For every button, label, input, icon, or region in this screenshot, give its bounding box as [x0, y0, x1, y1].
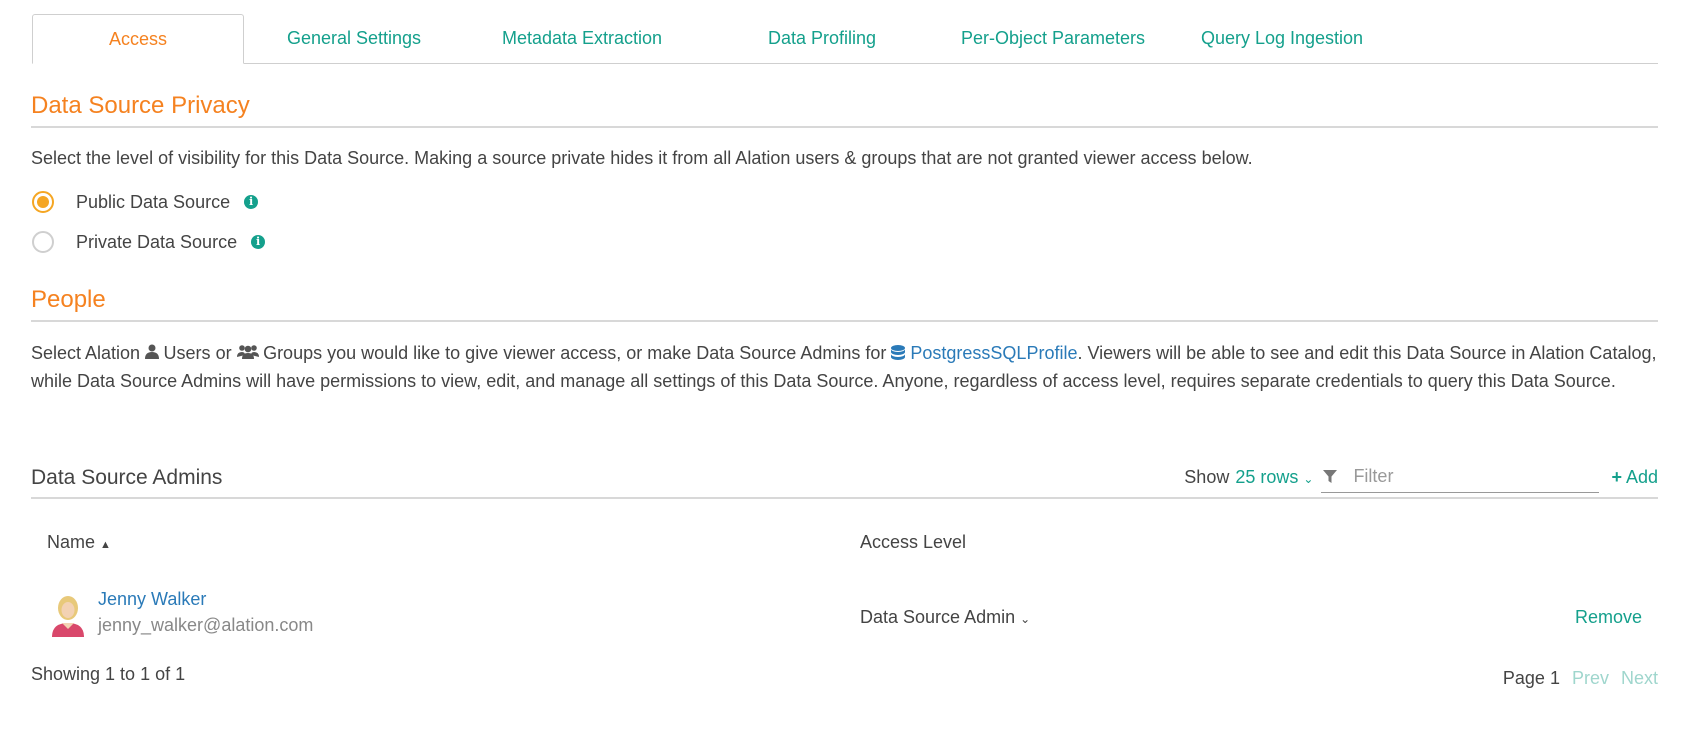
- people-description: Select Alation Users or Groups you would…: [31, 340, 1661, 394]
- info-icon[interactable]: i: [251, 235, 266, 249]
- access-level-value: Data Source Admin: [860, 607, 1016, 627]
- profile-link-label: PostgressSQLProfile: [910, 343, 1078, 363]
- privacy-description: Select the level of visibility for this …: [31, 148, 1253, 168]
- settings-tabs: Access General Settings Metadata Extract…: [32, 14, 1658, 64]
- sort-asc-icon: ▲: [100, 539, 111, 551]
- people-text-or: or: [215, 343, 232, 363]
- admins-section-title: Data Source Admins: [31, 466, 223, 489]
- prev-button[interactable]: Prev: [1572, 668, 1609, 689]
- tab-per-object-parameters[interactable]: Per-Object Parameters: [932, 14, 1174, 63]
- avatar: [50, 593, 86, 637]
- remove-button[interactable]: Remove: [1575, 607, 1642, 628]
- users-label: Users: [163, 343, 211, 363]
- tab-query-log-ingestion[interactable]: Query Log Ingestion: [1172, 14, 1392, 63]
- column-header-access: Access Level: [860, 532, 967, 552]
- showing-count: Showing 1 to 1 of 1: [31, 664, 186, 684]
- private-radio[interactable]: [32, 231, 54, 253]
- privacy-divider: [31, 126, 1658, 128]
- admins-toolbar: Show 25 rows ⌄ + Add: [1184, 460, 1658, 494]
- public-label: Public Data Source: [76, 191, 231, 212]
- groups-label: Groups: [263, 343, 323, 363]
- private-option: Private Data Source i: [32, 228, 266, 256]
- privacy-section-title: Data Source Privacy: [31, 92, 250, 119]
- people-section-title: People: [31, 286, 106, 313]
- user-email: jenny_walker@alation.com: [98, 615, 314, 635]
- show-label: Show: [1184, 466, 1230, 487]
- user-name-link[interactable]: Jenny Walker: [98, 589, 206, 610]
- tab-metadata-extraction[interactable]: Metadata Extraction: [472, 14, 692, 63]
- plus-icon: +: [1611, 466, 1622, 487]
- pagination: Page 1 Prev Next: [1503, 668, 1658, 689]
- next-button[interactable]: Next: [1621, 668, 1658, 689]
- profile-link[interactable]: PostgressSQLProfile: [891, 343, 1077, 363]
- public-option: Public Data Source i: [32, 188, 259, 216]
- private-label: Private Data Source: [76, 231, 238, 252]
- filter-field: [1321, 462, 1600, 493]
- column-header-name[interactable]: Name ▲: [47, 532, 111, 553]
- page-indicator: Page 1: [1502, 668, 1560, 688]
- people-text-2: you would like to give viewer access, or…: [327, 343, 887, 363]
- filter-icon: [1323, 469, 1338, 483]
- tab-data-profiling[interactable]: Data Profiling: [722, 14, 922, 63]
- rows-select-value: 25 rows: [1235, 466, 1299, 487]
- database-icon: [891, 345, 906, 360]
- group-icon: [236, 345, 263, 363]
- tab-access[interactable]: Access: [32, 14, 244, 64]
- chevron-down-icon: ⌄: [1303, 471, 1314, 486]
- access-level-select[interactable]: Data Source Admin ⌄: [860, 607, 1030, 628]
- people-divider: [31, 320, 1658, 322]
- chevron-down-icon: ⌄: [1020, 612, 1031, 626]
- info-icon[interactable]: i: [244, 195, 259, 209]
- user-icon: [145, 344, 163, 363]
- people-text-1: Select Alation: [31, 343, 141, 363]
- tab-general-settings[interactable]: General Settings: [254, 14, 454, 63]
- name-header-label: Name: [47, 532, 96, 552]
- public-radio[interactable]: [32, 191, 54, 213]
- add-label: Add: [1625, 466, 1658, 487]
- rows-per-page-select[interactable]: 25 rows ⌄: [1235, 467, 1313, 488]
- admins-divider: [31, 497, 1658, 499]
- add-button[interactable]: + Add: [1611, 467, 1658, 488]
- filter-input[interactable]: [1351, 465, 1596, 488]
